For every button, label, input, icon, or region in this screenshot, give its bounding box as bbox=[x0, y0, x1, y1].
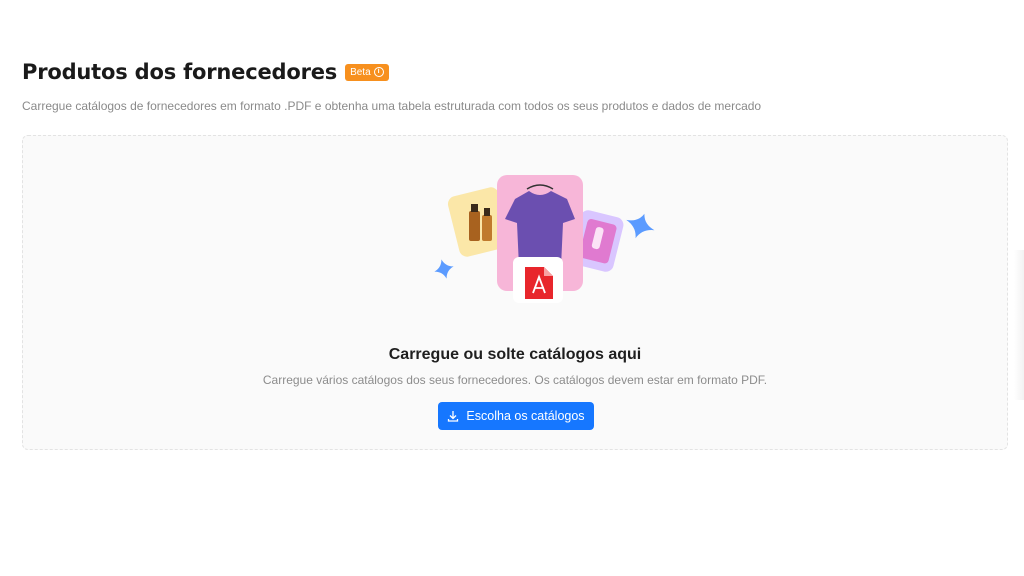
dropzone-description: Carregue vários catálogos dos seus forne… bbox=[262, 373, 768, 387]
choose-catalogs-button[interactable]: Escolha os catálogos bbox=[438, 402, 594, 430]
sparkle-icon bbox=[626, 213, 655, 239]
choose-catalogs-label: Escolha os catálogos bbox=[466, 409, 585, 423]
page-subtitle: Carregue catálogos de fornecedores em fo… bbox=[22, 99, 762, 113]
info-icon[interactable]: i bbox=[373, 67, 384, 77]
upload-illustration bbox=[434, 175, 655, 303]
beta-badge[interactable]: Beta i bbox=[345, 63, 389, 81]
page-title: Produtos dos fornecedores bbox=[22, 60, 338, 84]
header: Produtos dos fornecedores Beta i bbox=[22, 60, 389, 84]
download-icon bbox=[448, 411, 459, 422]
page: Produtos dos fornecedores Beta i Carregu… bbox=[0, 0, 1024, 576]
badge-label: Beta bbox=[350, 66, 371, 78]
edge-shadow bbox=[1014, 250, 1024, 400]
pdf-file-icon bbox=[513, 257, 563, 303]
sparkle-icon bbox=[434, 259, 454, 279]
dropzone-title: Carregue ou solte catálogos aqui bbox=[388, 346, 642, 363]
upload-dropzone[interactable]: Carregue ou solte catálogos aqui Carregu… bbox=[22, 135, 1008, 450]
